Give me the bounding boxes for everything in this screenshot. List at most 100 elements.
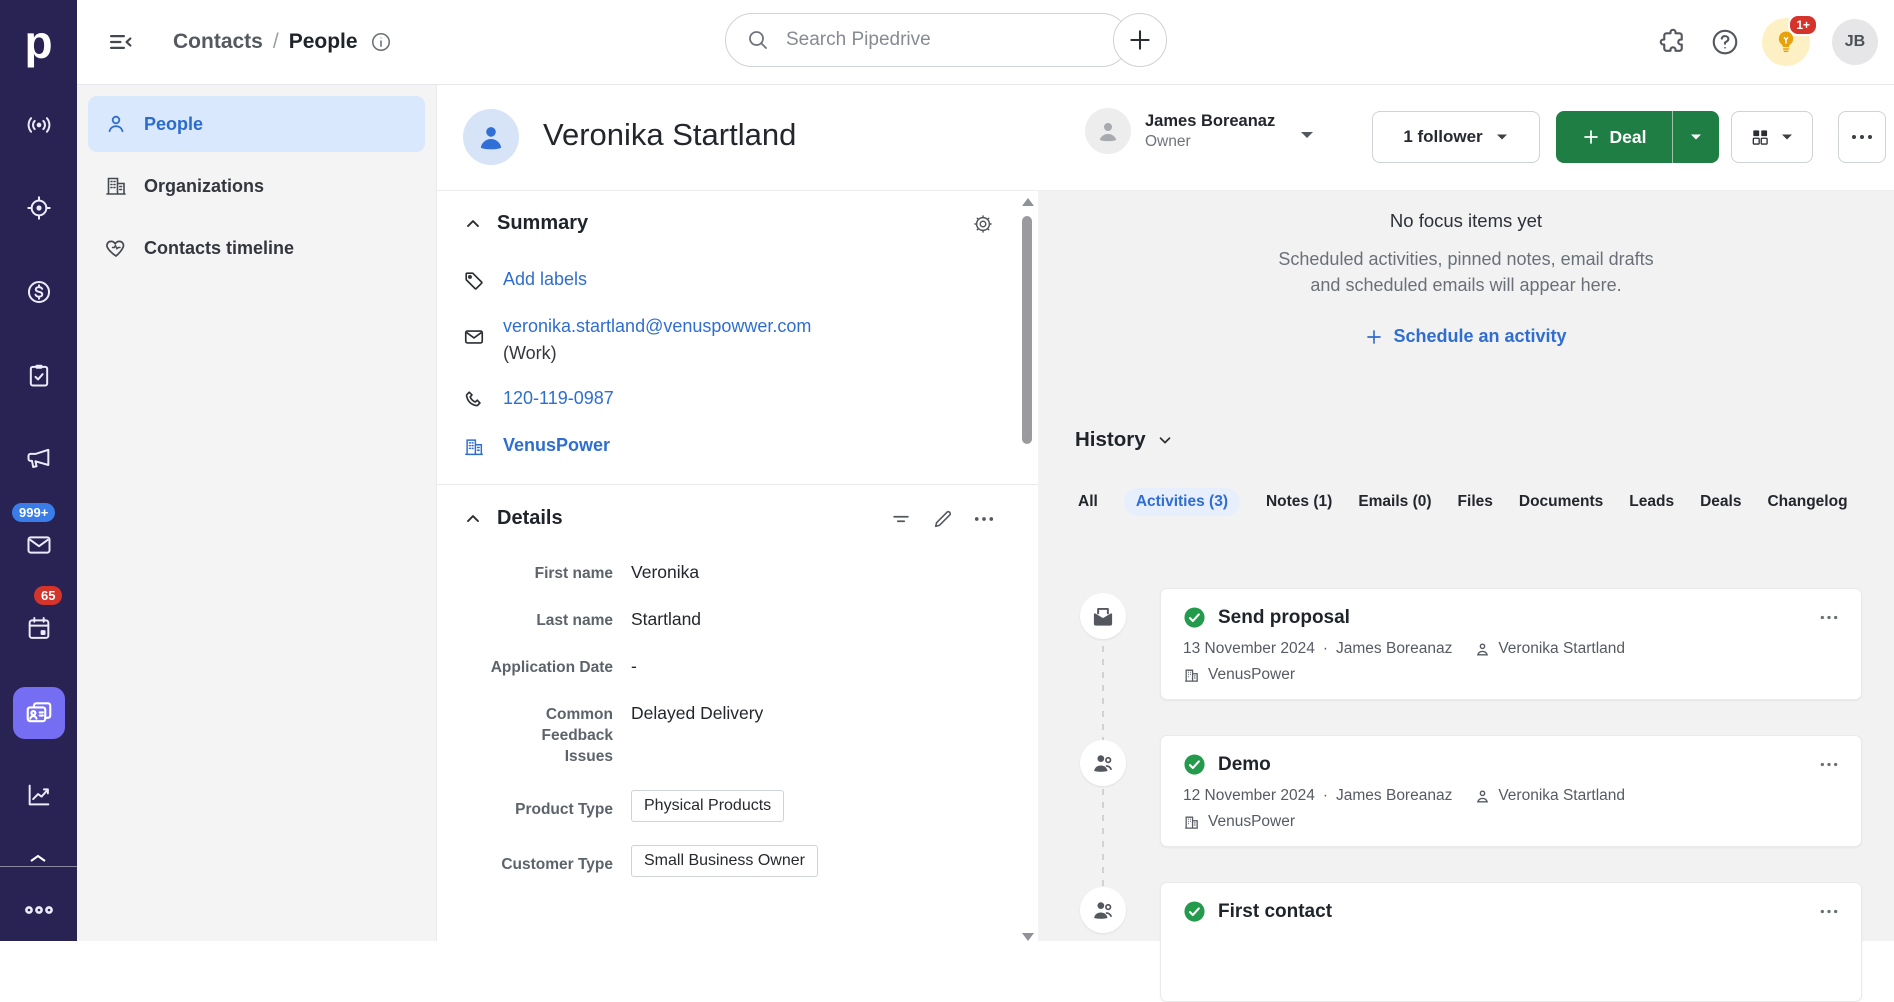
- focus-empty-state: No focus items yet Scheduled activities,…: [1038, 190, 1894, 351]
- field-value: Startland: [631, 607, 701, 631]
- quick-add-button[interactable]: [1113, 13, 1167, 67]
- collapse-sidebar-icon[interactable]: [107, 28, 135, 56]
- activities-clipboard-icon[interactable]: [0, 351, 77, 399]
- activity-date: 12 November 2024: [1183, 787, 1315, 805]
- organization-row: VenusPower: [463, 435, 982, 458]
- activity-type-meeting-icon: [1080, 740, 1126, 786]
- add-labels-link[interactable]: Add labels: [503, 269, 587, 290]
- scroll-down-arrow[interactable]: [1022, 933, 1034, 941]
- activity-more-icon[interactable]: [1819, 762, 1839, 767]
- tab-files[interactable]: Files: [1458, 488, 1493, 516]
- add-deal-button[interactable]: Deal: [1556, 111, 1672, 163]
- followers-button[interactable]: 1 follower: [1372, 111, 1540, 163]
- collapse-summary-icon[interactable]: [463, 214, 483, 234]
- sidebar-item-organizations[interactable]: Organizations: [88, 158, 425, 214]
- search-input[interactable]: [784, 28, 1108, 52]
- ellipsis-icon: [1851, 134, 1873, 140]
- tab-documents[interactable]: Documents: [1519, 488, 1603, 516]
- sidebar-item-contacts-timeline[interactable]: Contacts timeline: [88, 220, 425, 276]
- field-row-application-date[interactable]: Application Date -: [463, 654, 982, 678]
- activity-org-link[interactable]: VenusPower: [1208, 666, 1295, 684]
- products-dollar-icon[interactable]: [0, 268, 77, 316]
- activity-more-icon[interactable]: [1819, 909, 1839, 914]
- field-row-customer-type[interactable]: Customer Type Small Business Owner: [463, 845, 982, 877]
- activity-title[interactable]: Send proposal: [1218, 607, 1807, 629]
- help-icon[interactable]: [1710, 27, 1740, 57]
- done-check-icon[interactable]: [1183, 900, 1206, 923]
- meta-separator: ·: [1323, 787, 1328, 805]
- tab-activities[interactable]: Activities (3): [1124, 488, 1240, 516]
- tab-notes[interactable]: Notes (1): [1266, 488, 1332, 516]
- activity-card-first-contact[interactable]: First contact: [1160, 882, 1862, 1002]
- add-deal-split-button: Deal: [1556, 111, 1719, 163]
- marketplace-puzzle-icon[interactable]: [1658, 27, 1688, 57]
- calendar-nav-icon[interactable]: [0, 604, 77, 652]
- edit-pencil-icon[interactable]: [932, 508, 954, 530]
- activity-more-icon[interactable]: [1819, 615, 1839, 620]
- more-apps-dots-icon[interactable]: [0, 886, 77, 934]
- info-icon[interactable]: [370, 31, 392, 53]
- schedule-activity-label: Schedule an activity: [1393, 326, 1566, 347]
- deals-target-icon[interactable]: [0, 184, 77, 232]
- field-row-last-name[interactable]: Last name Startland: [463, 607, 982, 631]
- owner-caret-icon[interactable]: [1299, 129, 1315, 141]
- focus-empty-text-line1: Scheduled activities, pinned notes, emai…: [1038, 246, 1894, 272]
- details-more-icon[interactable]: [974, 508, 994, 530]
- field-row-product-type[interactable]: Product Type Physical Products: [463, 790, 982, 822]
- contacts-sidebar: People Organizations Contacts timeline: [77, 84, 437, 941]
- done-check-icon[interactable]: [1183, 753, 1206, 776]
- followers-label: 1 follower: [1403, 127, 1482, 147]
- sidebar-item-people[interactable]: People: [88, 96, 425, 152]
- mail-nav-icon[interactable]: [0, 521, 77, 569]
- meta-separator: ·: [1323, 640, 1328, 658]
- activity-person-link[interactable]: Veronika Startland: [1498, 787, 1625, 805]
- breadcrumb-contacts[interactable]: Contacts: [173, 30, 263, 54]
- activity-org-link[interactable]: VenusPower: [1208, 813, 1295, 831]
- scrollbar-thumb[interactable]: [1022, 216, 1032, 444]
- email-link[interactable]: veronika.startland@venuspowwer.com: [503, 316, 811, 337]
- scroll-up-arrow[interactable]: [1022, 198, 1034, 206]
- email-type-label: (Work): [503, 343, 811, 364]
- tab-all[interactable]: All: [1078, 488, 1098, 516]
- field-label: Product Type: [463, 790, 613, 820]
- collapse-details-icon[interactable]: [463, 509, 483, 529]
- insights-chart-icon[interactable]: [0, 771, 77, 819]
- done-check-icon[interactable]: [1183, 606, 1206, 629]
- field-row-common-feedback-issues[interactable]: Common Feedback Issues Delayed Delivery: [463, 701, 982, 767]
- whats-new-lightbulb-icon[interactable]: 1+: [1762, 18, 1810, 66]
- activity-card-send-proposal[interactable]: Send proposal 13 November 2024 · James B…: [1160, 588, 1862, 700]
- view-switcher-button[interactable]: [1731, 111, 1813, 163]
- breadcrumb-people: People: [289, 30, 358, 54]
- user-avatar[interactable]: JB: [1832, 19, 1878, 65]
- campaigns-megaphone-icon[interactable]: [0, 434, 77, 482]
- tab-leads[interactable]: Leads: [1629, 488, 1674, 516]
- app-rail: p 999+: [0, 0, 77, 941]
- header-more-button[interactable]: [1838, 111, 1886, 163]
- summary-settings-gear-icon[interactable]: [972, 213, 994, 235]
- organization-link[interactable]: VenusPower: [503, 435, 610, 456]
- field-value: Veronika: [631, 560, 699, 584]
- filter-icon[interactable]: [890, 508, 912, 530]
- field-value: Delayed Delivery: [631, 701, 763, 725]
- field-label: Application Date: [463, 654, 613, 678]
- field-row-first-name[interactable]: First name Veronika: [463, 560, 982, 584]
- activity-title[interactable]: Demo: [1218, 754, 1807, 776]
- add-deal-caret-button[interactable]: [1672, 111, 1719, 163]
- chevron-down-icon: [1780, 132, 1794, 142]
- activity-card-demo[interactable]: Demo 12 November 2024 · James Boreanaz V…: [1160, 735, 1862, 847]
- history-header[interactable]: History: [1075, 428, 1174, 452]
- person-avatar[interactable]: [463, 109, 519, 165]
- left-column-scrollbar[interactable]: [1021, 194, 1033, 941]
- contacts-nav-icon-selected[interactable]: [13, 687, 65, 739]
- owner-block[interactable]: James Boreanaz Owner: [1085, 108, 1275, 154]
- phone-link[interactable]: 120-119-0987: [503, 388, 614, 409]
- schedule-activity-link[interactable]: Schedule an activity: [1365, 326, 1566, 347]
- activity-person-link[interactable]: Veronika Startland: [1498, 640, 1625, 658]
- leads-inbox-icon[interactable]: [0, 101, 77, 149]
- global-search[interactable]: [725, 13, 1129, 67]
- activity-title[interactable]: First contact: [1218, 901, 1807, 923]
- tab-emails[interactable]: Emails (0): [1358, 488, 1431, 516]
- tab-changelog[interactable]: Changelog: [1767, 488, 1847, 516]
- summary-title: Summary: [497, 212, 588, 235]
- tab-deals[interactable]: Deals: [1700, 488, 1741, 516]
